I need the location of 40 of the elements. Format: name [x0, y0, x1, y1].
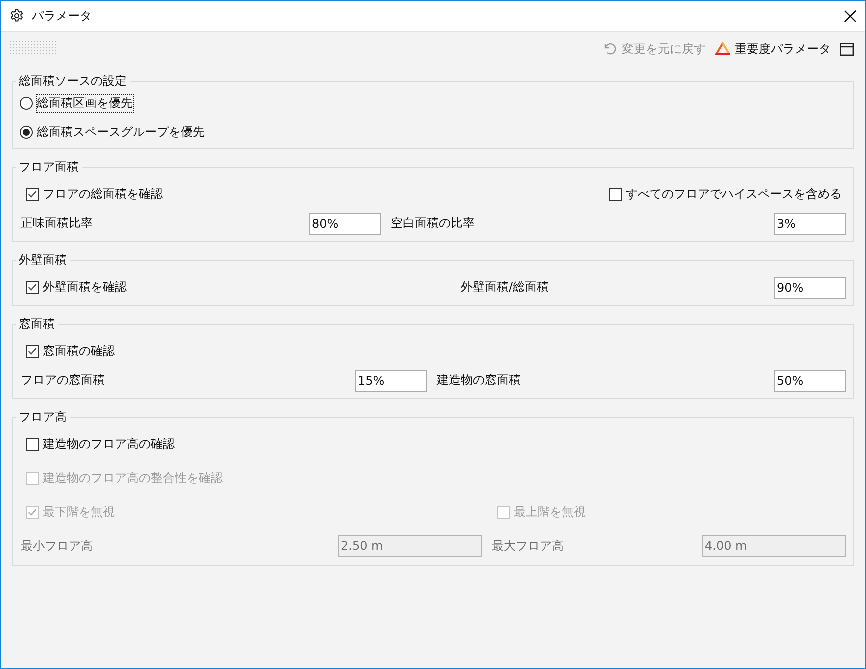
radio-button[interactable] [20, 97, 33, 110]
group-title: 総面積ソースの設定 [18, 73, 128, 89]
radio-button[interactable] [20, 126, 33, 139]
undo-icon [604, 43, 618, 55]
window-title: パラメータ [32, 8, 92, 24]
text-field[interactable]: 90% [774, 276, 846, 298]
group-title: フロア面積 [18, 159, 80, 175]
field-label: 正味面積比率 [21, 215, 93, 232]
group-title: 外壁面積 [18, 252, 68, 268]
field-label: 外壁面積/総面積 [461, 279, 550, 296]
text-field[interactable]: 50% [774, 370, 846, 392]
checkbox[interactable] [26, 438, 39, 450]
checkbox-label[interactable]: すべてのフロアでハイスペースを含める [626, 186, 842, 203]
checkbox[interactable] [609, 188, 622, 201]
checkbox[interactable] [26, 281, 39, 294]
field-label: 最小フロア高 [21, 538, 93, 554]
checkbox[interactable] [26, 188, 39, 201]
triangle-icon [715, 42, 731, 56]
field-label: 建造物の窓面積 [437, 372, 521, 389]
radio-label[interactable]: 総面積区画を優先 [37, 95, 133, 112]
layout-button[interactable] [840, 42, 854, 56]
field-label: フロアの窓面積 [21, 372, 105, 389]
field-label: 最大フロア高 [492, 538, 564, 554]
text-field[interactable]: 3% [774, 212, 846, 234]
field-label: 空白面積の比率 [391, 215, 475, 232]
checkbox-label[interactable]: 外壁面積を確認 [43, 279, 127, 296]
text-field[interactable]: 80% [309, 212, 381, 234]
checkbox-label[interactable]: 窓面積の確認 [43, 343, 115, 360]
window-icon [840, 42, 854, 56]
checkbox-label[interactable]: 建造物のフロア高の確認 [43, 436, 175, 452]
close-button[interactable] [842, 8, 858, 24]
checkbox[interactable] [26, 345, 39, 358]
importance-parameters-button[interactable]: 重要度パラメータ [715, 40, 831, 58]
settings-icon [10, 9, 24, 23]
text-field[interactable]: 15% [355, 370, 427, 392]
close-icon [844, 10, 856, 22]
radio-label[interactable]: 総面積スペースグループを優先 [37, 124, 205, 141]
group-title: フロア高 [18, 409, 68, 425]
group-title: 窓面積 [18, 316, 56, 332]
checkbox-label[interactable]: フロアの総面積を確認 [43, 186, 163, 203]
